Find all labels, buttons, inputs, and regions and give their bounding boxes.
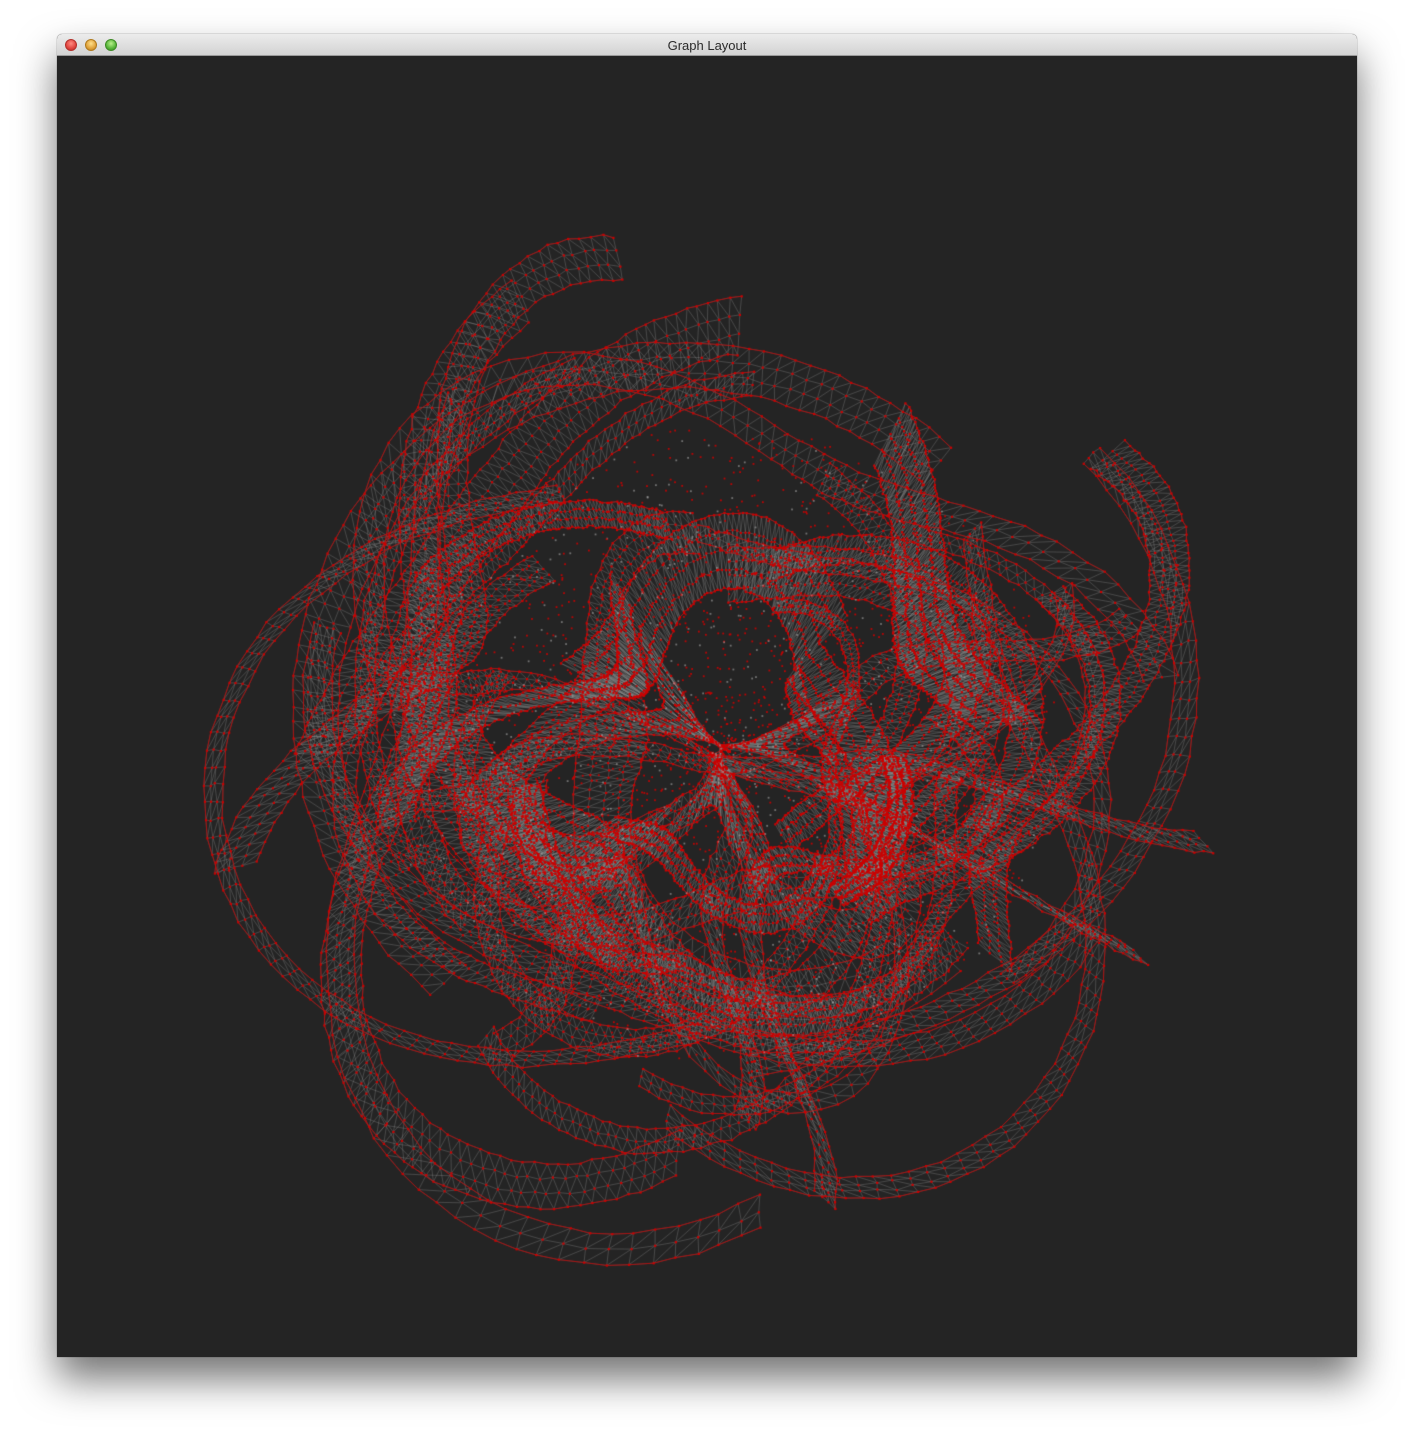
app-window: Graph Layout <box>57 34 1357 1357</box>
graph-viewport[interactable] <box>57 56 1357 1357</box>
title-bar[interactable]: Graph Layout <box>57 34 1357 56</box>
window-title: Graph Layout <box>667 38 747 53</box>
graph-canvas[interactable] <box>57 56 1357 1357</box>
